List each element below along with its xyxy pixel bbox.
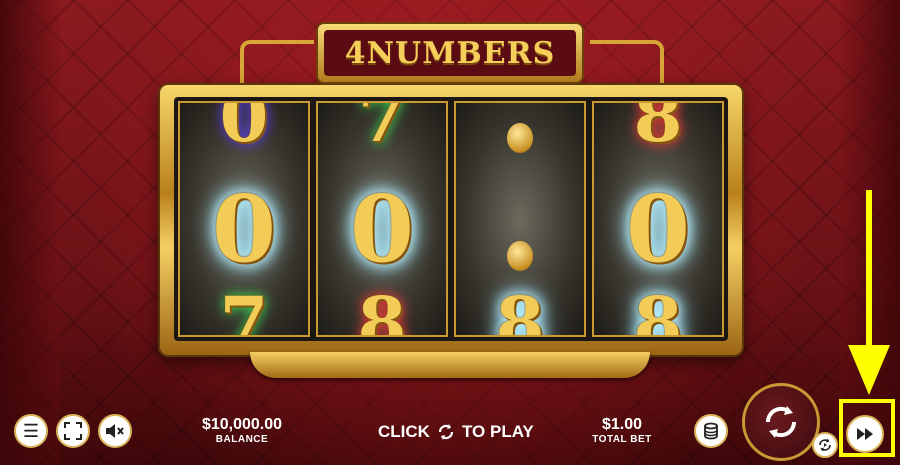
frame-decoration-left — [240, 40, 314, 88]
frame-decoration-right — [590, 40, 664, 88]
reel-4: 8 0 8 — [592, 101, 724, 337]
reels-area: 0 0 7 7 0 8 8 8 0 8 — [174, 97, 728, 341]
total-bet-value: $1.00 — [601, 416, 643, 433]
spin-button[interactable] — [742, 383, 820, 461]
slot-machine-frame: 0 0 7 7 0 8 8 8 0 8 — [160, 85, 742, 355]
reel-symbol-bottom: 8 — [495, 281, 545, 337]
fast-forward-icon — [857, 428, 873, 440]
menu-icon: ☰ — [22, 420, 40, 441]
reel-symbol-top: 8 — [633, 101, 683, 158]
total-bet-display: $1.00 TOTAL BET — [582, 416, 662, 445]
balance-label: BALANCE — [215, 434, 269, 445]
click-to-play-prompt: CLICK TO PLAY — [378, 422, 534, 442]
curtain-left — [0, 0, 60, 465]
game-logo: 4NUMBERS — [318, 24, 582, 82]
fullscreen-button[interactable] — [56, 414, 90, 448]
fullscreen-icon — [64, 422, 82, 440]
reel-2: 7 0 8 — [316, 101, 448, 337]
bet-button[interactable] — [694, 414, 728, 448]
spin-icon — [765, 406, 797, 438]
menu-button[interactable]: ☰ — [14, 414, 48, 448]
refresh-icon — [438, 424, 454, 440]
reel-symbol-middle: 0 — [349, 175, 415, 283]
to-play-text: TO PLAY — [461, 422, 534, 441]
coins-icon — [704, 422, 718, 440]
reel-symbol-middle: 0 — [625, 175, 691, 283]
reel-symbol-top: 0 — [219, 101, 269, 158]
balance-display: $10,000.00 BALANCE — [192, 416, 292, 445]
frame-bottom-ornament — [250, 352, 650, 378]
game-title: 4NUMBERS — [324, 30, 576, 76]
click-text: CLICK — [378, 422, 430, 441]
reel-symbol-top: 7 — [357, 101, 407, 158]
autoplay-icon — [819, 438, 831, 452]
reel-1: 0 0 7 — [178, 101, 310, 337]
autoplay-button[interactable] — [812, 432, 838, 458]
annotation-arrow-head — [848, 345, 890, 395]
colon-dot-bottom — [507, 241, 533, 271]
total-bet-label: TOTAL BET — [592, 434, 652, 445]
reel-3: 8 — [454, 101, 586, 337]
reel-symbol-bottom: 8 — [633, 281, 683, 337]
turbo-button[interactable] — [846, 415, 884, 453]
sound-toggle-button[interactable] — [98, 414, 132, 448]
colon-dot-top — [507, 123, 533, 153]
annotation-arrow-shaft — [866, 190, 872, 350]
reel-symbol-middle: 0 — [211, 175, 277, 283]
mute-icon — [106, 424, 124, 438]
balance-value: $10,000.00 — [201, 416, 283, 433]
reel-symbol-bottom: 8 — [357, 281, 407, 337]
reel-symbol-bottom: 7 — [219, 281, 269, 337]
